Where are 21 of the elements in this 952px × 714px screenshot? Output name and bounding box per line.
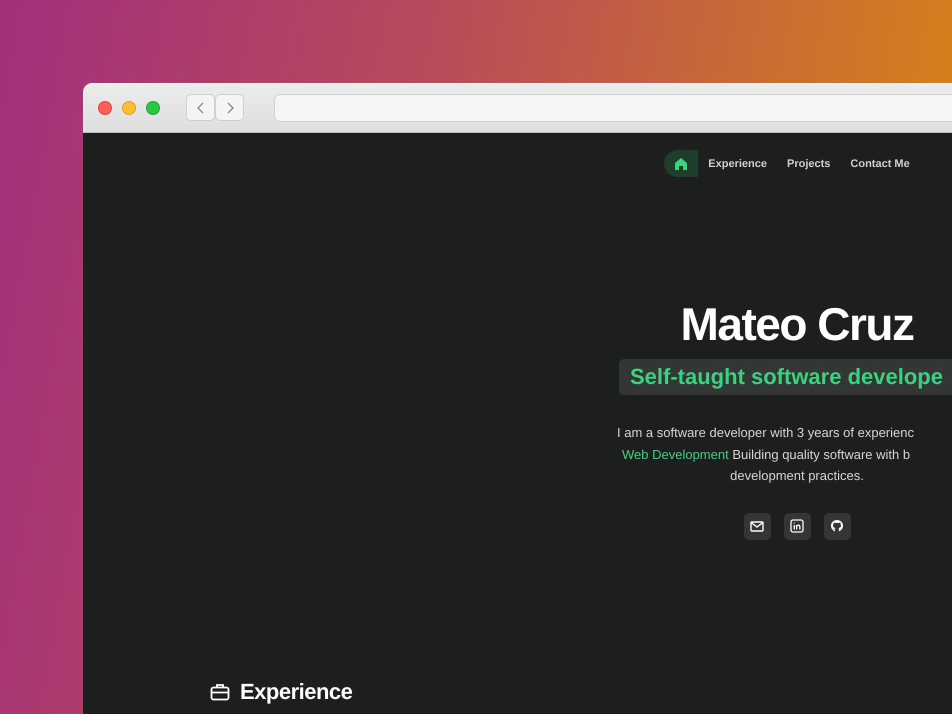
mail-icon [750, 520, 764, 532]
minimize-button[interactable] [122, 100, 136, 114]
home-icon [674, 156, 688, 170]
close-button[interactable] [98, 100, 112, 114]
linkedin-icon [790, 519, 804, 533]
nav-link[interactable]: Contact Me [840, 158, 920, 170]
github-icon [830, 519, 844, 533]
hero-tagline: Self-taught software develope [619, 359, 952, 395]
maximize-button[interactable] [146, 100, 160, 114]
github-link[interactable] [824, 512, 850, 540]
nav-link[interactable]: Projects [777, 158, 840, 170]
briefcase-icon [210, 683, 230, 701]
hero-name: Mateo Cruz [680, 301, 914, 347]
section-title: Experience [240, 679, 352, 705]
home-button[interactable] [664, 150, 698, 177]
hero-bio: I am a software developer with 3 years of experienc Web Development Building quality software with b development practices. [617, 424, 915, 485]
chevron-right-icon [224, 102, 234, 114]
chevron-left-icon [196, 102, 206, 114]
linkedin-link[interactable] [784, 512, 810, 540]
nav-link[interactable]: Experience [698, 158, 777, 170]
email-link[interactable] [744, 512, 770, 540]
